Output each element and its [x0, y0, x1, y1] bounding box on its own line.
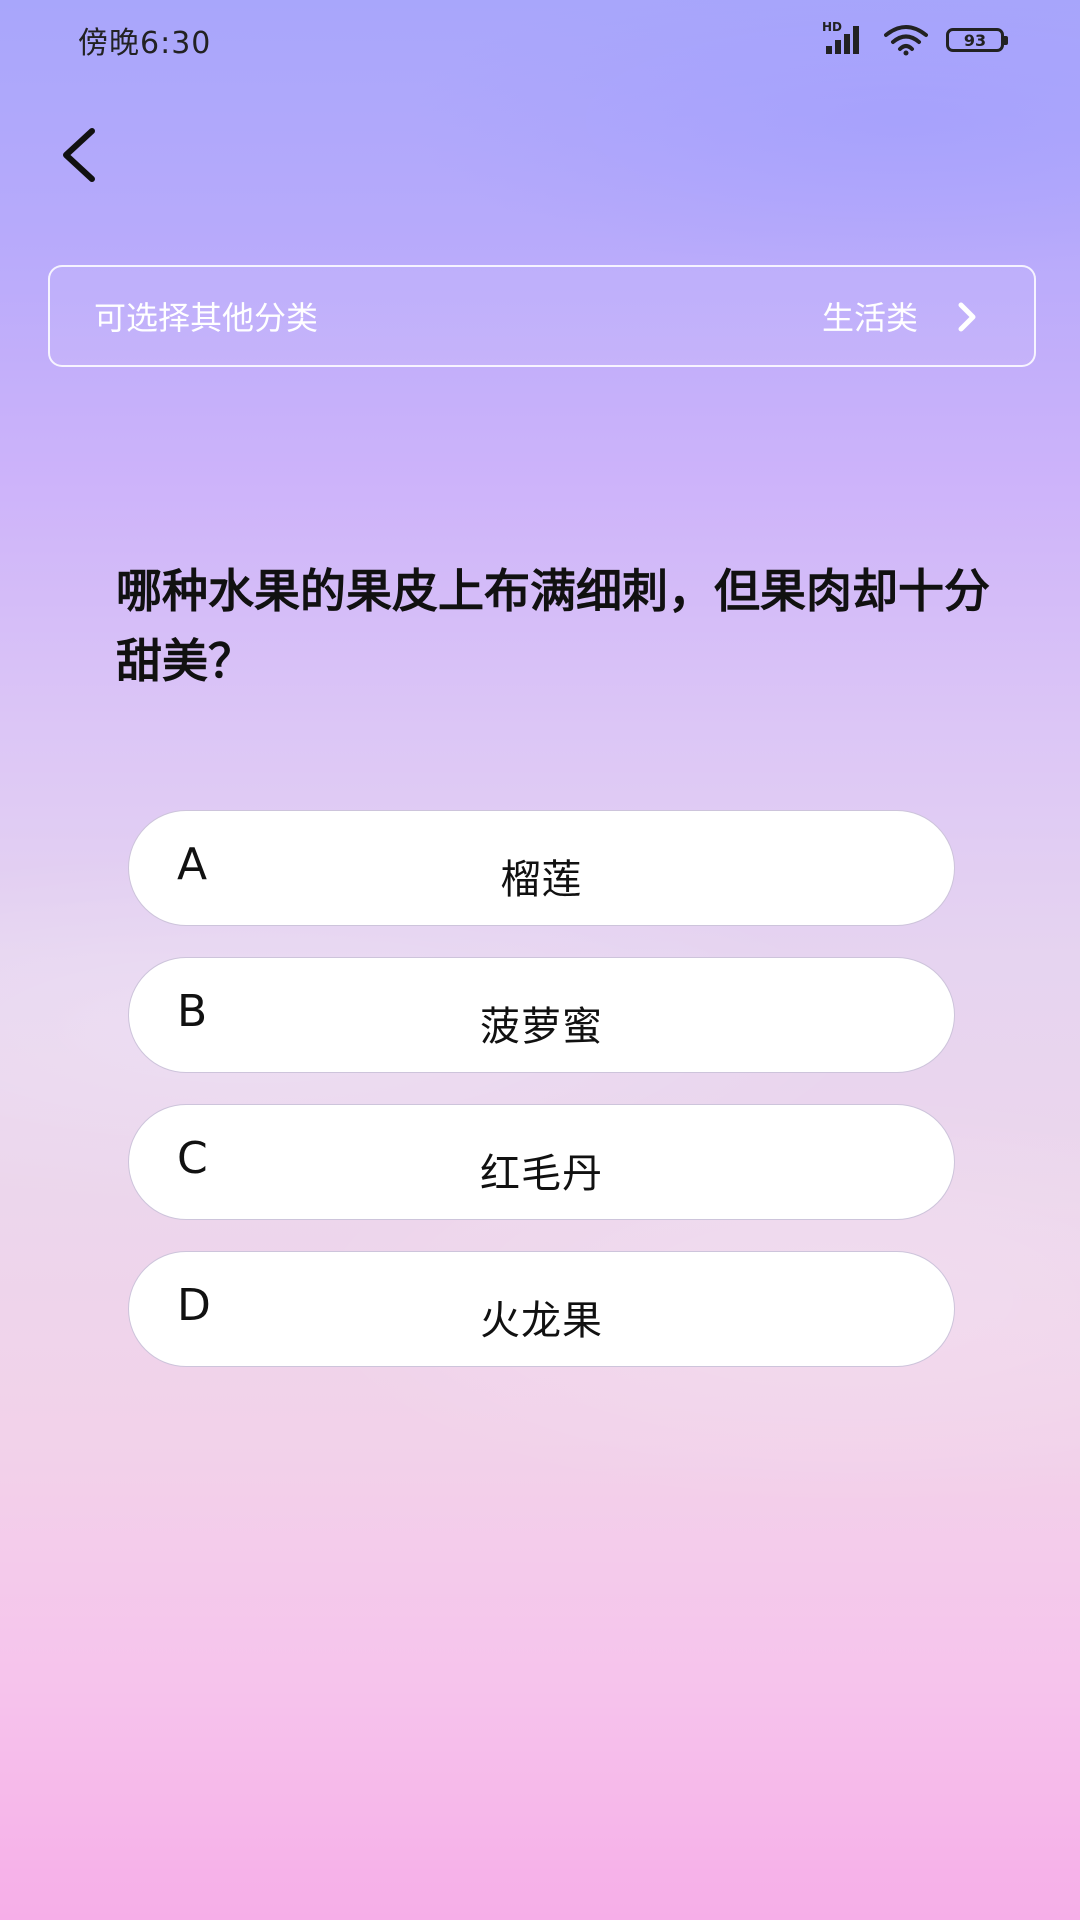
option-c-button[interactable]: C 红毛丹 [128, 1104, 955, 1220]
category-hint: 可选择其他分类 [94, 299, 319, 337]
wifi-icon [884, 25, 928, 56]
question-text: 哪种水果的果皮上布满细刺，但果肉却十分甜美？ [116, 564, 990, 688]
chevron-left-icon [63, 128, 95, 182]
back-button[interactable] [48, 120, 108, 190]
status-time: 傍晚6:30 [78, 26, 212, 61]
network-label: HD [822, 20, 843, 34]
option-a-button[interactable]: A 榴莲 [128, 810, 955, 926]
option-text: 菠萝蜜 [480, 1004, 603, 1050]
status-bar: 傍晚6:30 HD 93 [0, 0, 1080, 80]
option-text: 红毛丹 [480, 1151, 603, 1197]
category-selector[interactable]: 可选择其他分类 生活类 [48, 265, 1036, 367]
battery-icon: 93 [946, 28, 1008, 52]
cellular-signal-icon: HD [822, 20, 866, 56]
option-b-button[interactable]: B 菠萝蜜 [128, 957, 955, 1073]
battery-level: 93 [963, 30, 987, 50]
option-text: 榴莲 [500, 857, 583, 903]
chevron-right-icon [958, 302, 976, 332]
category-current: 生活类 [821, 299, 918, 337]
option-text: 火龙果 [480, 1298, 603, 1344]
answer-options: A 榴莲 B 菠萝蜜 C 红毛丹 D 火龙果 [128, 810, 955, 1398]
status-icons: HD 93 [822, 20, 1008, 58]
option-d-button[interactable]: D 火龙果 [128, 1251, 955, 1367]
